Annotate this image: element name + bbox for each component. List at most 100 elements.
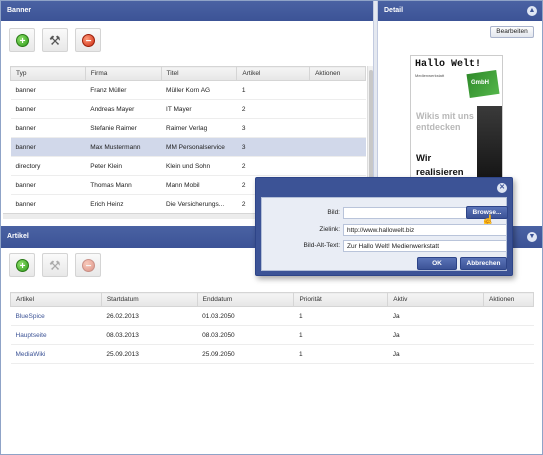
ad-person-image	[477, 106, 502, 179]
cell-titel: Klein und Sohn	[161, 156, 237, 176]
ok-button[interactable]: OK	[417, 257, 457, 270]
zielink-field[interactable]: http://www.hallowelt.biz	[343, 224, 507, 236]
edit-banner-button[interactable]: ⚒	[42, 28, 68, 52]
cell-firma: Erich Heinz	[85, 194, 162, 214]
edit-button[interactable]: Bearbeiten	[490, 26, 534, 38]
detail-panel-titlebar: Detail ▲	[378, 1, 542, 21]
cell-artikel: 3	[236, 118, 310, 138]
cell-typ: banner	[10, 80, 86, 100]
dialog-body: Bild: Browse... ☝ Zielink: http://www.ha…	[261, 197, 508, 271]
cell-enddatum: 25.09.2050	[197, 344, 294, 364]
cell-titel: Die Versicherungs...	[161, 194, 237, 214]
cell-artikel: 1	[236, 80, 310, 100]
add-banner-button[interactable]: +	[9, 28, 35, 52]
cell-artikel: 2	[236, 156, 310, 176]
ad-badge-text: GmbH	[471, 80, 489, 86]
cell-firma: Thomas Mann	[85, 175, 162, 195]
table-row[interactable]: directory Peter Klein Klein und Sohn 2	[10, 156, 366, 176]
cell-typ: banner	[10, 194, 86, 214]
cell-enddatum: 08.03.2050	[197, 325, 294, 345]
banner-panel-titlebar: Banner	[1, 1, 373, 21]
ad-grey-text: Wikis mit uns entdecken	[416, 111, 474, 132]
column-header[interactable]: Artikel	[10, 292, 102, 307]
table-row[interactable]: banner Franz Müller Müller Korn AG 1	[10, 80, 366, 100]
cell-firma: Stefanie Raimer	[85, 118, 162, 138]
table-row[interactable]: MediaWiki 25.09.2013 25.09.2050 1 Ja	[10, 344, 534, 364]
cell-typ: banner	[10, 137, 86, 157]
table-row[interactable]: banner Andreas Mayer IT Mayer 2	[10, 99, 366, 119]
detail-panel-title: Detail	[384, 7, 404, 14]
banner-edit-dialog: ✕ Bild: Browse... ☝ Zielink: http://www.…	[255, 177, 513, 276]
column-header[interactable]: Titel	[160, 66, 238, 81]
cell-aktiv: Ja	[387, 306, 484, 326]
column-header[interactable]: Aktiv	[387, 292, 485, 307]
delete-article-button[interactable]: −	[75, 253, 101, 277]
plus-icon: +	[16, 259, 29, 272]
article-link[interactable]: MediaWiki	[16, 351, 46, 358]
cell-aktionen	[483, 344, 534, 364]
cell-startdatum: 26.02.2013	[101, 306, 198, 326]
banner-preview: Hallo Welt! Medienwerkstatt GmbH Wikis m…	[410, 55, 503, 180]
cell-firma: Max Mustermann	[85, 137, 162, 157]
article-link[interactable]: Hauptseite	[16, 332, 47, 339]
column-header[interactable]: Enddatum	[196, 292, 295, 307]
alt-text-field[interactable]: Zur Hallo Welt! Medienwerkstatt	[343, 240, 507, 252]
edit-article-button[interactable]: ⚒	[42, 253, 68, 277]
alt-text-label: Bild-Alt-Text:	[303, 242, 340, 249]
cell-titel: MM Personalservice	[161, 137, 237, 157]
cell-aktionen	[309, 118, 366, 138]
column-header[interactable]: Typ	[10, 66, 86, 81]
table-row-selected[interactable]: banner Max Mustermann MM Personalservice…	[10, 137, 366, 157]
cancel-button[interactable]: Abbrechen	[460, 257, 507, 270]
cell-titel: Raimer Verlag	[161, 118, 237, 138]
ad-black-text: Wir realisieren und	[416, 153, 464, 178]
cell-artikel: 3	[236, 137, 310, 157]
banner-panel-title: Banner	[7, 7, 32, 14]
cell-aktionen	[483, 325, 534, 345]
cell-firma: Andreas Mayer	[85, 99, 162, 119]
cell-aktiv: Ja	[387, 325, 484, 345]
cell-typ: banner	[10, 175, 86, 195]
cell-aktionen	[309, 156, 366, 176]
column-header[interactable]: Priorität	[293, 292, 389, 307]
bild-label: Bild:	[327, 209, 340, 216]
cell-prioritaet: 1	[293, 325, 388, 345]
cell-startdatum: 08.03.2013	[101, 325, 198, 345]
cell-firma: Franz Müller	[85, 80, 162, 100]
tools-icon: ⚒	[49, 33, 61, 48]
cell-titel: Müller Korn AG	[161, 80, 237, 100]
add-article-button[interactable]: +	[9, 253, 35, 277]
delete-banner-button[interactable]: −	[75, 28, 101, 52]
column-header[interactable]: Artikel	[236, 66, 311, 81]
cell-firma: Peter Klein	[85, 156, 162, 176]
column-header[interactable]: Aktionen	[309, 66, 366, 81]
close-icon[interactable]: ✕	[497, 183, 507, 193]
cell-typ: directory	[10, 156, 86, 176]
column-header[interactable]: Firma	[84, 66, 162, 81]
table-row[interactable]: banner Stefanie Raimer Raimer Verlag 3	[10, 118, 366, 138]
table-row[interactable]: BlueSpice 26.02.2013 01.03.2050 1 Ja	[10, 306, 534, 326]
collapse-up-icon[interactable]: ▲	[527, 6, 537, 16]
column-header[interactable]: Startdatum	[100, 292, 198, 307]
cell-aktionen	[309, 99, 366, 119]
minus-icon: −	[82, 34, 95, 47]
cell-artikel: BlueSpice	[10, 306, 102, 326]
cell-enddatum: 01.03.2050	[197, 306, 294, 326]
tools-icon: ⚒	[49, 258, 61, 273]
cell-aktionen	[309, 80, 366, 100]
cell-aktionen	[483, 306, 534, 326]
cell-prioritaet: 1	[293, 306, 388, 326]
cell-startdatum: 25.09.2013	[101, 344, 198, 364]
column-header[interactable]: Aktionen	[483, 292, 534, 307]
plus-icon: +	[16, 34, 29, 47]
cell-aktionen	[309, 137, 366, 157]
cell-artikel: Hauptseite	[10, 325, 102, 345]
table-row[interactable]: Hauptseite 08.03.2013 08.03.2050 1 Ja	[10, 325, 534, 345]
article-link[interactable]: BlueSpice	[16, 313, 45, 320]
collapse-down-icon[interactable]: ▼	[527, 232, 537, 242]
cell-typ: banner	[10, 118, 86, 138]
ad-subline: Medienwerkstatt	[415, 73, 445, 78]
cell-titel: IT Mayer	[161, 99, 237, 119]
article-table-header: Artikel Startdatum Enddatum Priorität Ak…	[10, 292, 534, 307]
article-panel-title: Artikel	[7, 233, 29, 240]
